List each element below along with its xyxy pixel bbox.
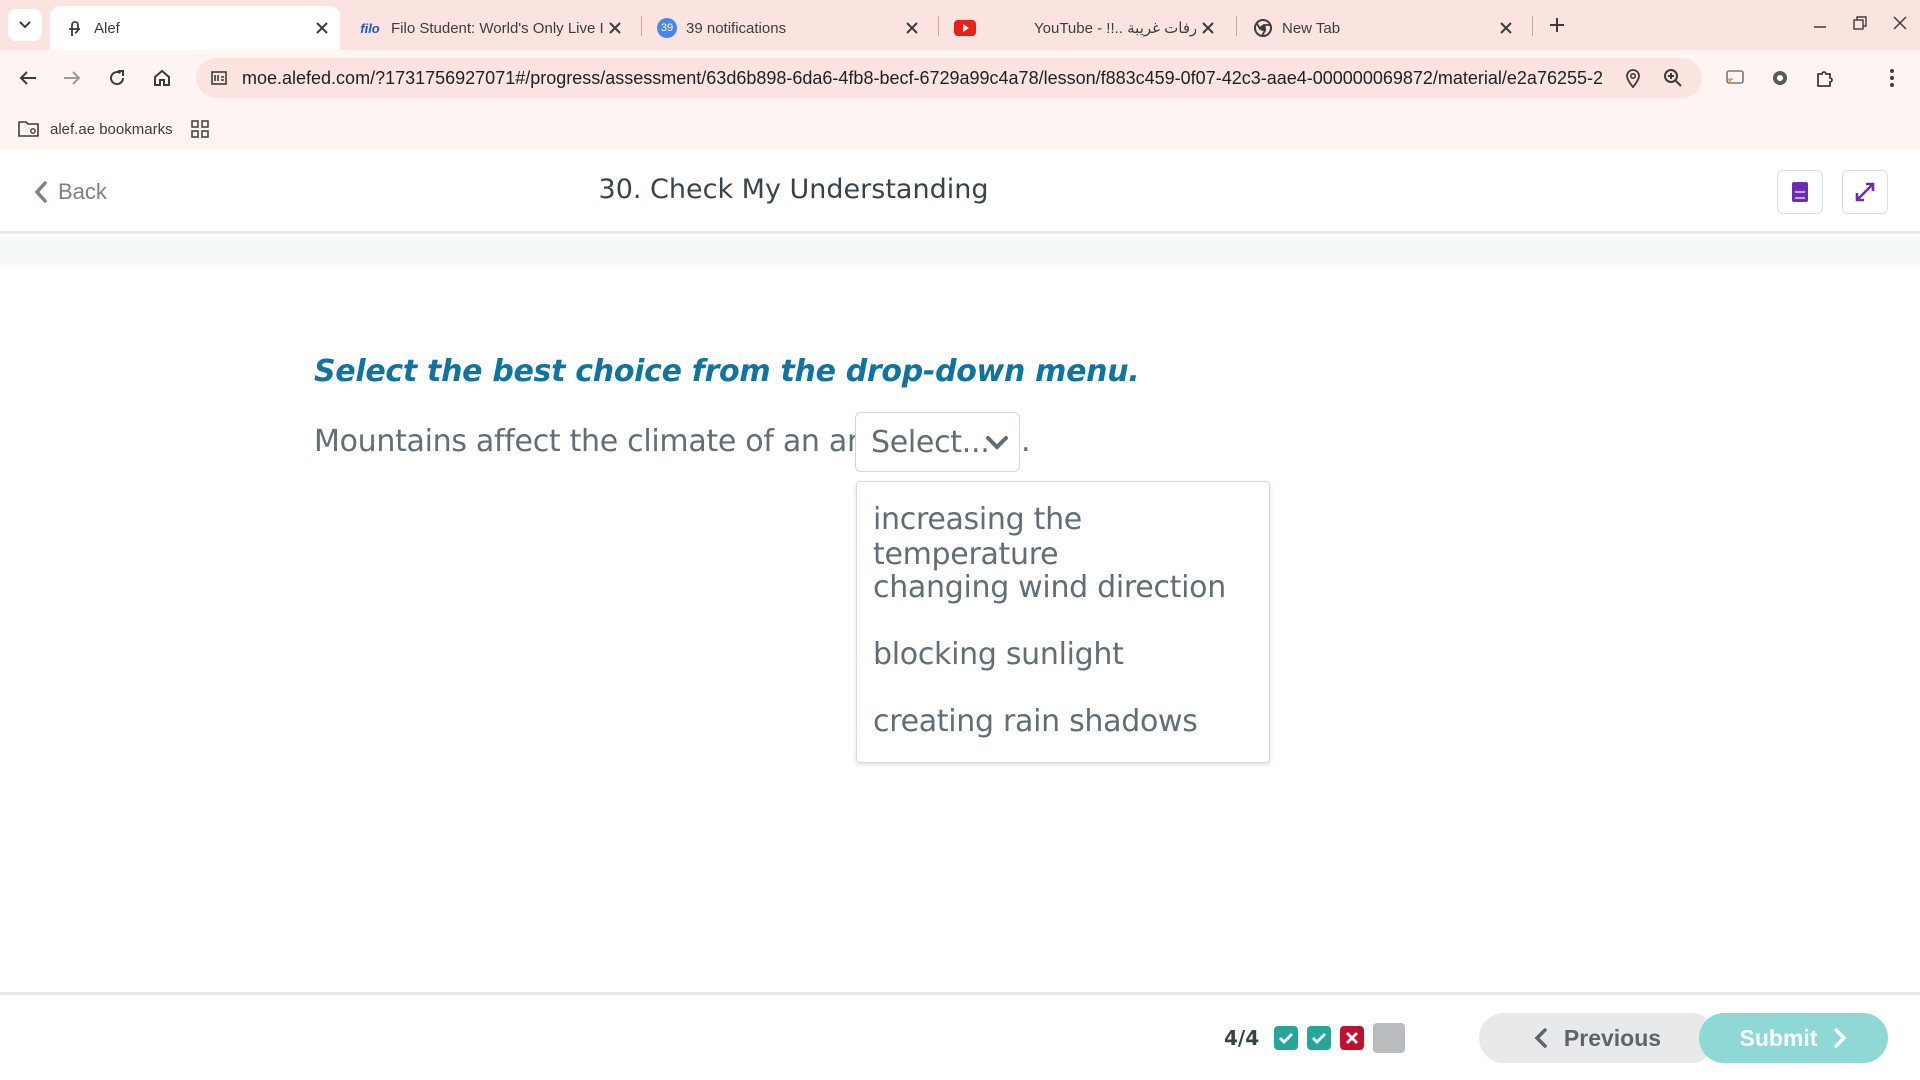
close-tab-icon[interactable] (603, 16, 627, 40)
tab-separator (938, 16, 939, 36)
minimize-button[interactable] (1803, 8, 1837, 38)
glossary-button[interactable] (1777, 170, 1823, 214)
restore-icon (1853, 16, 1867, 30)
cast-icon[interactable] (1719, 62, 1751, 94)
location-pin-icon[interactable] (1617, 62, 1649, 94)
bookmark-folder-icon (18, 120, 40, 138)
question-status-correct[interactable] (1307, 1026, 1331, 1050)
tab-youtube[interactable]: YouTube - !!.. تصرفات غريبة (940, 6, 1226, 50)
bookmark-label: alef.ae bookmarks (50, 120, 173, 138)
reload-button[interactable] (99, 60, 135, 96)
check-icon (1312, 1033, 1326, 1044)
close-tab-icon[interactable] (900, 16, 924, 40)
home-icon (154, 69, 170, 86)
reload-icon (110, 70, 125, 86)
zoom-icon[interactable] (1657, 62, 1689, 94)
close-window-button[interactable] (1883, 8, 1917, 38)
chevron-left-icon (1534, 1028, 1548, 1048)
question-status-correct[interactable] (1274, 1026, 1298, 1050)
restore-button[interactable] (1843, 8, 1877, 38)
question-status-pending[interactable] (1373, 1023, 1405, 1053)
apps-grid-icon (191, 120, 209, 138)
tab-alef[interactable]: Alef (50, 6, 340, 50)
close-tab-icon[interactable] (310, 16, 334, 40)
close-icon (1893, 16, 1907, 30)
tab-title: Alef (94, 19, 120, 37)
check-icon (1279, 1033, 1293, 1044)
close-tab-icon[interactable] (1196, 16, 1220, 40)
home-button[interactable] (144, 60, 180, 96)
tab-new-tab[interactable]: New Tab (1238, 6, 1524, 50)
answer-dropdown-menu: increasing the temperature changing wind… (856, 481, 1270, 763)
back-nav-button[interactable] (10, 60, 46, 96)
chevron-right-icon (1833, 1028, 1847, 1048)
cross-icon (1346, 1032, 1358, 1044)
dropdown-option[interactable]: blocking sunlight (873, 637, 1124, 672)
previous-button[interactable]: Previous (1479, 1013, 1716, 1063)
question-instruction: Select the best choice from the drop-dow… (314, 354, 1140, 389)
forward-nav-button[interactable] (54, 60, 90, 96)
dropdown-option[interactable]: changing wind direction (873, 570, 1226, 605)
arrow-left-icon (19, 71, 36, 85)
back-label: Back (58, 179, 107, 204)
page-title: 30. Check My Understanding (598, 174, 989, 205)
url-text: moe.alefed.com/?1731756927071#/progress/… (242, 67, 1602, 88)
youtube-icon (954, 17, 976, 39)
plus-icon (1550, 18, 1564, 32)
chevron-down-icon (19, 21, 31, 29)
extension-gear-icon[interactable] (1764, 62, 1796, 94)
dictionary-icon (1792, 182, 1808, 202)
submit-label: Submit (1739, 1024, 1818, 1051)
arrow-right-icon (64, 71, 81, 85)
notification-count: 39 (657, 18, 677, 38)
apps-grid-button[interactable] (191, 116, 209, 142)
back-button[interactable]: Back (34, 176, 107, 208)
browser-menu-icon[interactable] (1876, 62, 1908, 94)
tab-separator (1532, 16, 1533, 36)
tab-notifications[interactable]: 39 39 notifications (642, 6, 930, 50)
alef-icon (64, 17, 86, 39)
filo-logo-text: filo (360, 20, 380, 36)
notification-badge-icon: 39 (656, 17, 678, 39)
question-progress: 4/4 (1224, 1026, 1260, 1050)
question-suffix: . (1021, 424, 1031, 459)
dropdown-option[interactable]: increasing the temperature (873, 502, 1269, 572)
minimize-icon (1814, 26, 1826, 28)
previous-label: Previous (1563, 1024, 1662, 1051)
bookmark-folder-alef[interactable]: alef.ae bookmarks (18, 116, 173, 142)
chevron-down-icon (985, 431, 1009, 458)
filo-icon: filo (357, 17, 383, 39)
address-bar[interactable]: moe.alefed.com/?1731756927071#/progress/… (196, 58, 1702, 98)
extensions-puzzle-icon[interactable] (1809, 62, 1841, 94)
tab-title: YouTube - !!.. تصرفات غريبة (1034, 20, 1196, 37)
new-tab-button[interactable] (1542, 10, 1572, 40)
tab-title: New Tab (1282, 19, 1341, 37)
question-stem: Mountains affect the climate of an area … (314, 424, 940, 459)
fullscreen-button[interactable] (1842, 170, 1888, 214)
tab-title: Filo Student: World's Only Live I (391, 19, 603, 37)
tab-search-button[interactable] (8, 9, 42, 41)
expand-icon (1855, 182, 1875, 202)
select-value: Select... (871, 424, 990, 460)
answer-select[interactable]: Select... (855, 412, 1020, 472)
chevron-left-icon (34, 181, 48, 203)
header-divider-band (0, 237, 1920, 265)
close-tab-icon[interactable] (1494, 16, 1518, 40)
dropdown-option[interactable]: creating rain shadows (873, 704, 1198, 739)
chrome-icon (1252, 17, 1274, 39)
tab-filo[interactable]: filo Filo Student: World's Only Live I (345, 6, 633, 50)
tab-title: 39 notifications (686, 19, 787, 37)
site-info-icon[interactable] (204, 63, 234, 93)
tab-separator (1236, 16, 1237, 36)
question-status-incorrect[interactable] (1340, 1026, 1364, 1050)
submit-button[interactable]: Submit (1699, 1013, 1888, 1063)
